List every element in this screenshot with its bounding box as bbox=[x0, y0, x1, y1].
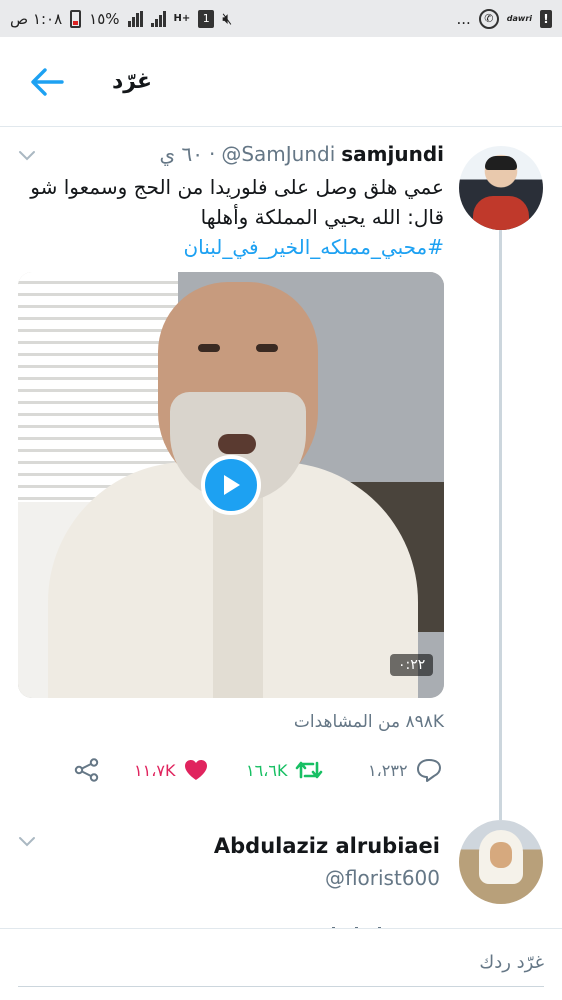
tweet-body: عمي هلق وصل على فلوريدا من الحج وسمعوا ش… bbox=[14, 172, 444, 262]
avatar-abdulaziz[interactable] bbox=[459, 820, 543, 904]
sim-indicator: 1 bbox=[198, 9, 215, 28]
battery-percent: %١٥ bbox=[89, 9, 120, 28]
retweet-button[interactable]: ١٦،٦K bbox=[246, 755, 323, 785]
battery-icon bbox=[70, 9, 82, 28]
tweet-handle[interactable]: @SamJundi bbox=[221, 142, 335, 166]
whatsapp-icon: ✆ bbox=[478, 8, 499, 29]
compose-bar bbox=[0, 928, 562, 1000]
play-icon bbox=[224, 475, 240, 495]
back-button[interactable] bbox=[22, 57, 72, 107]
reply-author-handle[interactable]: @florist600 bbox=[325, 866, 440, 890]
share-button[interactable] bbox=[74, 755, 100, 785]
chevron-down-icon[interactable] bbox=[18, 836, 36, 848]
retweet-icon bbox=[296, 761, 323, 779]
share-icon bbox=[74, 758, 99, 782]
reply-button[interactable]: ١،٢٣٢ bbox=[368, 755, 442, 785]
alert-icon: ! bbox=[540, 9, 552, 28]
reply-input[interactable] bbox=[18, 939, 544, 987]
more-notifications: ... bbox=[456, 9, 471, 28]
tweet-text-line-2: قال: الله يحيي المملكة وأهلها bbox=[200, 205, 444, 229]
reply-text-peek bbox=[312, 920, 432, 928]
status-bar-right: ... ✆ dawri ! bbox=[456, 8, 552, 29]
avatar-samjundi[interactable] bbox=[459, 146, 543, 230]
status-bar: ١:٠٨ ص %١٥ H+ 1 🔇︎ ... ✆ dawri ! bbox=[0, 0, 562, 37]
tweet-header: ٦٠ ي · @SamJundi samjundi bbox=[159, 142, 444, 166]
app-header: غرّد bbox=[0, 37, 562, 127]
network-type: H+ bbox=[173, 13, 191, 24]
tweet-time[interactable]: ٦٠ ي bbox=[159, 142, 203, 166]
tweet-text-line-1: عمي هلق وصل على فلوريدا من الحج وسمعوا ش… bbox=[30, 175, 444, 199]
tweet-hashtag-link[interactable]: #محبي_مملكه_الخير_في_لبنان bbox=[14, 232, 444, 262]
like-button[interactable]: ١١،٧K bbox=[134, 755, 209, 785]
status-time: ١:٠٨ ص bbox=[10, 9, 63, 28]
play-button[interactable] bbox=[201, 455, 261, 515]
header-separator: · bbox=[208, 142, 216, 166]
dawri-icon: dawri bbox=[506, 14, 532, 23]
retweet-count: ١٦،٦K bbox=[246, 760, 288, 780]
video-duration: ٠:٢٢ bbox=[390, 654, 434, 676]
reply-count: ١،٢٣٢ bbox=[368, 760, 408, 780]
reply-author-name[interactable]: Abdulaziz alrubiaei bbox=[214, 834, 440, 858]
signal-icon bbox=[127, 10, 143, 27]
reply-icon bbox=[416, 759, 441, 782]
page-title: غرّد bbox=[112, 69, 153, 94]
heart-icon bbox=[185, 760, 208, 780]
arrow-left-icon bbox=[31, 67, 64, 96]
like-count: ١١،٧K bbox=[134, 760, 176, 780]
mute-icon: 🔇︎ bbox=[222, 8, 233, 28]
status-bar-left: ١:٠٨ ص %١٥ H+ 1 🔇︎ bbox=[10, 9, 232, 29]
signal-icon-2 bbox=[150, 10, 166, 27]
tweet-video[interactable]: ٠:٢٢ bbox=[18, 272, 444, 698]
view-count: ٨٩٨K من المشاهدات bbox=[293, 712, 444, 732]
thread-connector bbox=[499, 230, 502, 820]
tweet-author-name[interactable]: samjundi bbox=[341, 142, 444, 166]
chevron-down-icon[interactable] bbox=[18, 150, 36, 162]
